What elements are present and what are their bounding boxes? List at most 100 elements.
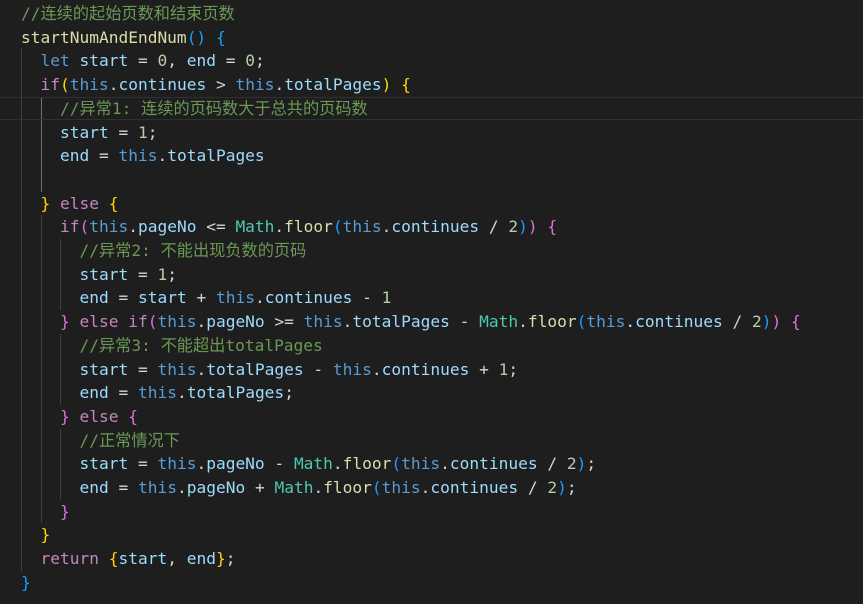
- code-token: +: [469, 359, 499, 379]
- code-token: this: [332, 359, 372, 379]
- code-token: end: [79, 383, 109, 403]
- code-line[interactable]: } else if(this.pageNo >= this.totalPages…: [0, 310, 863, 334]
- code-token: start: [118, 549, 168, 569]
- code-token: end: [59, 146, 90, 166]
- code-token: start: [79, 264, 129, 284]
- code-line-text: start = this.pageNo - Math.floor(this.co…: [21, 452, 596, 476]
- code-token: ,: [167, 51, 187, 71]
- code-line-text: return {start, end};: [21, 547, 236, 571]
- code-line[interactable]: return {start, end};: [0, 547, 863, 571]
- code-line[interactable]: //连续的起始页数和结束页数: [0, 2, 863, 26]
- code-line[interactable]: //异常3: 不能超出totalPages: [0, 334, 863, 358]
- code-token: }: [21, 572, 31, 592]
- code-line[interactable]: [0, 168, 863, 192]
- code-token: end: [79, 288, 109, 308]
- code-line[interactable]: let start = 0, end = 0;: [0, 49, 863, 73]
- code-token: .: [196, 312, 207, 332]
- code-line[interactable]: } else {: [0, 405, 863, 429]
- code-token: floor: [527, 312, 577, 332]
- code-token: //连续的起始页数和结束页数: [21, 4, 235, 23]
- code-token: 1: [381, 288, 392, 308]
- code-token: }: [215, 549, 226, 569]
- code-token: ): [576, 454, 587, 474]
- code-token: >=: [264, 312, 304, 332]
- code-line-text: } else if(this.pageNo >= this.totalPages…: [21, 310, 801, 334]
- code-token: end: [186, 549, 216, 569]
- code-token: .: [196, 454, 207, 474]
- code-token: if: [128, 312, 148, 332]
- code-line-text: end = this.totalPages;: [21, 381, 293, 405]
- code-token: ;: [225, 549, 236, 569]
- code-token: continues: [430, 478, 519, 497]
- code-line[interactable]: //异常2: 不能出现负数的页码: [0, 239, 863, 263]
- code-token: ): [381, 75, 392, 95]
- code-line[interactable]: end = this.totalPages: [0, 144, 863, 168]
- code-line[interactable]: end = this.totalPages;: [0, 381, 863, 405]
- code-token: this: [586, 312, 626, 332]
- code-editor[interactable]: //连续的起始页数和结束页数 startNumAndEndNum() { let …: [0, 0, 863, 604]
- code-token: -: [303, 359, 333, 379]
- code-token: 1: [157, 264, 168, 284]
- code-token: start: [137, 288, 187, 308]
- code-token: ): [557, 478, 567, 497]
- code-token: this: [381, 478, 421, 497]
- code-token: totalPages: [206, 359, 304, 379]
- code-line[interactable]: start = 1;: [0, 263, 863, 287]
- code-token: {: [547, 217, 558, 237]
- code-line[interactable]: start = 1;: [0, 121, 863, 145]
- code-line-text: startNumAndEndNum() {: [21, 26, 226, 50]
- code-line[interactable]: startNumAndEndNum() {: [0, 26, 863, 50]
- code-token: if: [59, 217, 80, 237]
- code-line[interactable]: }: [0, 571, 863, 595]
- code-line[interactable]: if(this.pageNo <= Math.floor(this.contin…: [0, 215, 863, 239]
- code-line-text: if(this.continues > this.totalPages) {: [21, 73, 411, 97]
- code-line[interactable]: //异常1: 连续的页码数大于总共的页码数: [0, 97, 863, 121]
- code-token: .: [176, 383, 187, 403]
- code-line-text: end = start + this.continues - 1: [21, 286, 391, 310]
- code-token: this: [401, 454, 441, 474]
- code-token: //异常2: 不能出现负数的页码: [79, 241, 307, 260]
- code-line[interactable]: }: [0, 500, 863, 524]
- code-token: .: [254, 288, 265, 308]
- code-token: ;: [147, 122, 158, 142]
- code-token: +: [245, 478, 275, 497]
- code-line[interactable]: end = this.pageNo + Math.floor(this.cont…: [0, 476, 863, 500]
- code-token: 0: [245, 51, 255, 71]
- code-token: 1: [137, 122, 148, 142]
- code-token: }: [59, 501, 70, 521]
- code-line-text: if(this.pageNo <= Math.floor(this.contin…: [21, 215, 557, 239]
- code-line[interactable]: //正常情况下: [0, 429, 863, 453]
- code-line[interactable]: start = this.pageNo - Math.floor(this.co…: [0, 452, 863, 476]
- code-token: >: [206, 75, 236, 95]
- code-token: Math: [479, 312, 519, 332]
- code-token: start: [79, 51, 129, 71]
- code-line[interactable]: end = start + this.continues - 1: [0, 286, 863, 310]
- code-token: this: [342, 217, 382, 237]
- code-token: pageNo: [137, 217, 197, 237]
- code-token: totalPages: [186, 383, 285, 403]
- code-token: floor: [323, 478, 372, 497]
- code-line[interactable]: start = this.totalPages - this.continues…: [0, 358, 863, 382]
- code-token: ;: [566, 478, 577, 497]
- code-line[interactable]: }: [0, 523, 863, 547]
- code-token: .: [625, 312, 636, 332]
- code-line[interactable]: } else {: [0, 192, 863, 216]
- code-line[interactable]: if(this.continues > this.totalPages) {: [0, 73, 863, 97]
- code-token: //正常情况下: [79, 430, 180, 450]
- code-line-text: } else {: [21, 192, 119, 216]
- code-line-text: }: [21, 523, 51, 547]
- code-token: this: [118, 146, 158, 166]
- code-token: else: [79, 312, 119, 332]
- code-token: (: [391, 454, 402, 474]
- code-token: pageNo: [186, 478, 246, 497]
- code-token: ;: [586, 454, 597, 474]
- code-token: }: [40, 525, 51, 545]
